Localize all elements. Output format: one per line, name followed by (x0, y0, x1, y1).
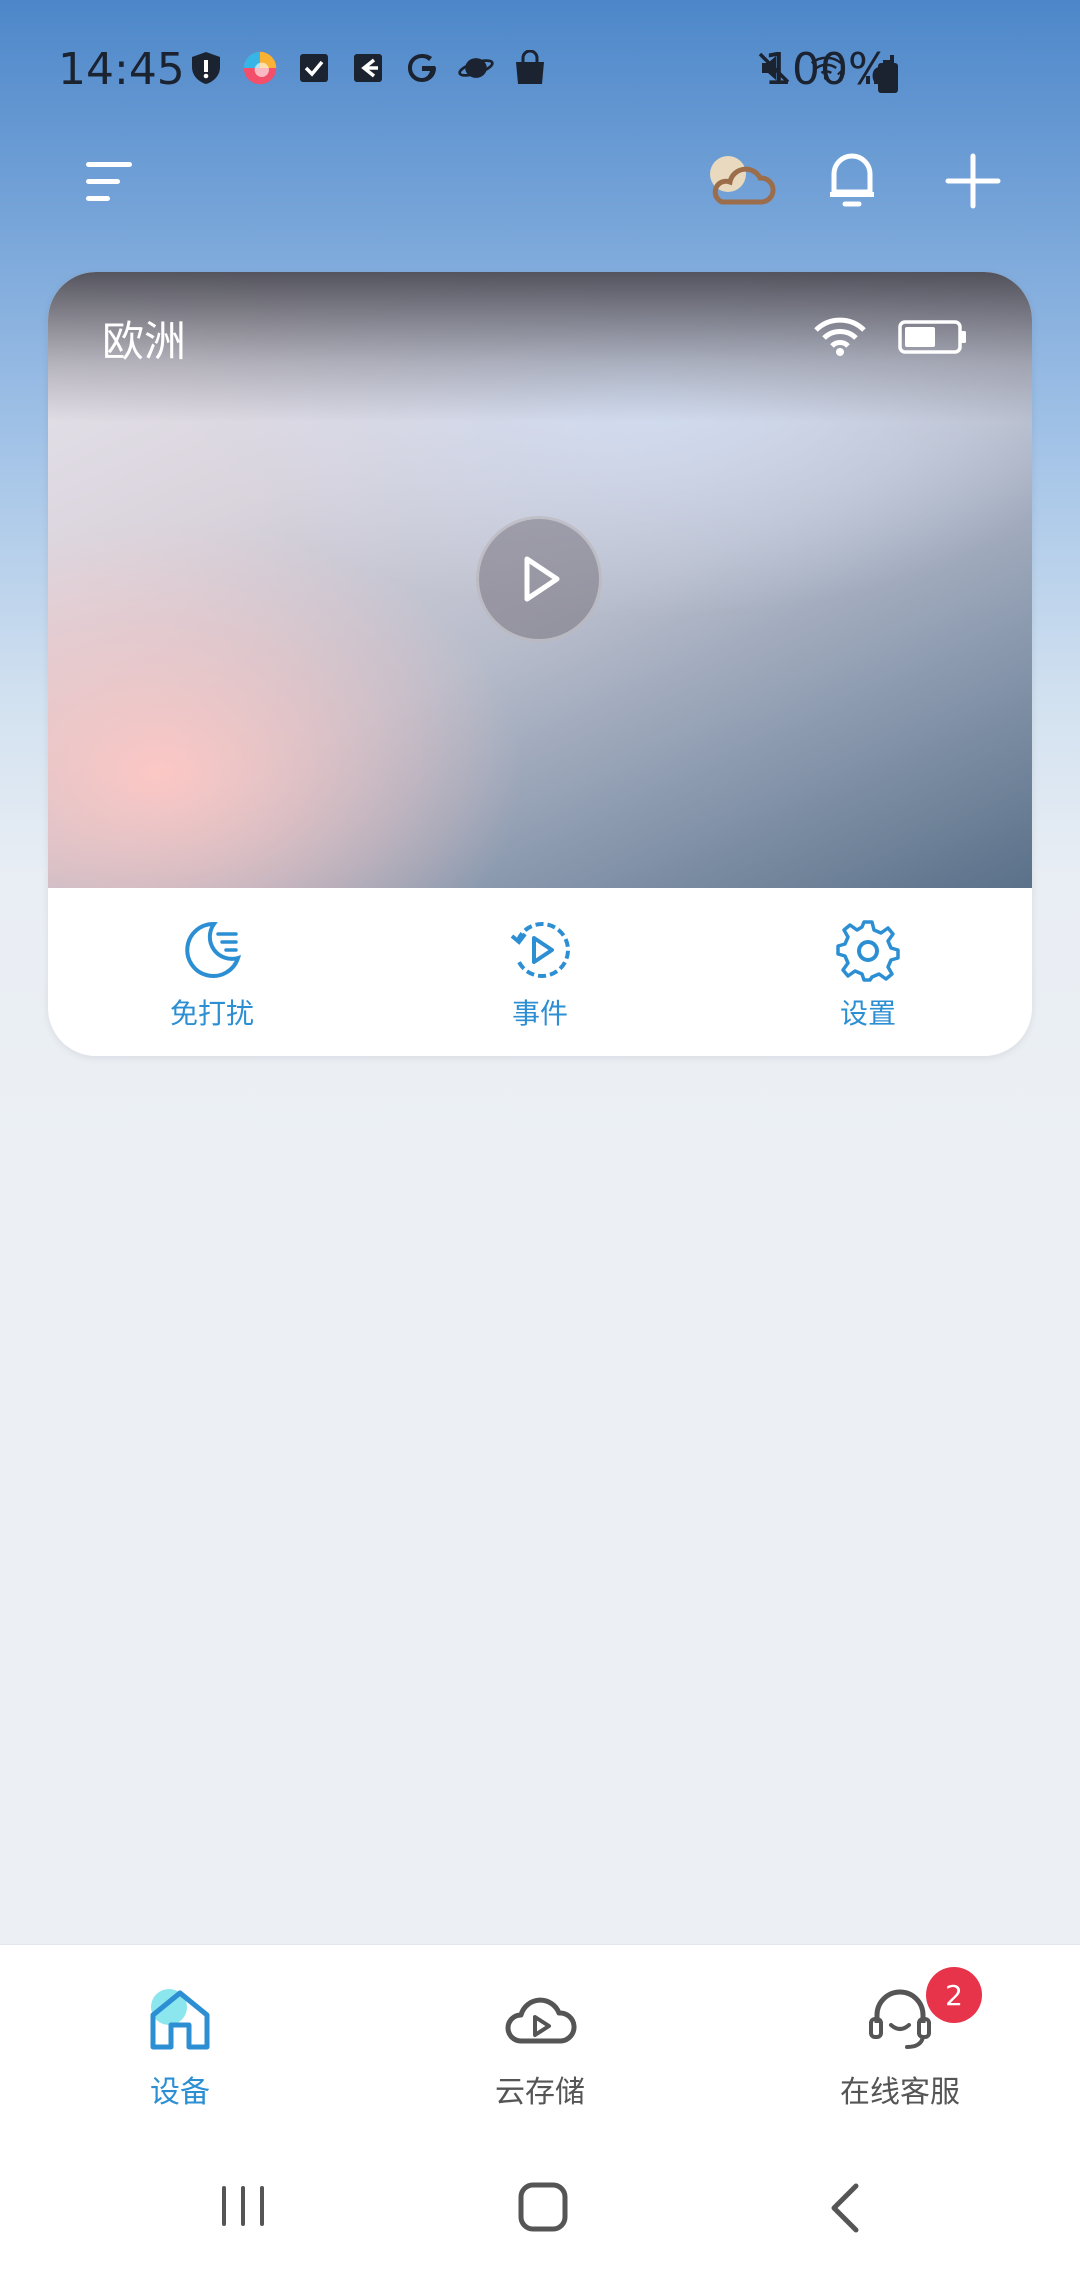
action-label: 设置 (839, 997, 896, 1030)
recent-apps-button[interactable] (220, 2184, 266, 2228)
signin-icon (350, 50, 386, 86)
cloud-play-icon (505, 1997, 577, 2044)
home-button[interactable] (518, 2182, 568, 2232)
plus-icon (945, 153, 1001, 209)
back-icon (831, 2183, 859, 2233)
status-time: 14:45 (58, 44, 185, 95)
play-icon (524, 556, 560, 602)
nav-label: 在线客服 (840, 2075, 960, 2110)
shield-icon (188, 50, 224, 86)
unread-badge: 2 (926, 1967, 982, 2023)
notifications-button[interactable] (822, 150, 882, 214)
browser-icon (242, 50, 278, 86)
battery-status-icon (876, 54, 900, 93)
status-bar: 14:45 100% (0, 0, 1080, 140)
home-square-icon (518, 2182, 568, 2232)
recent-apps-icon (222, 2186, 264, 2226)
weather-icon (710, 156, 776, 205)
planet-icon (458, 50, 494, 86)
menu-button[interactable] (80, 156, 138, 208)
device-actions: 免打扰 事件 设置 (48, 888, 1032, 1056)
device-card[interactable]: 欧洲 免打扰 事件 设置 (48, 272, 1032, 1056)
nav-customer-service[interactable]: 在线客服 2 (720, 1945, 1080, 2134)
action-label: 免打扰 (169, 997, 254, 1030)
moon-icon (185, 921, 242, 978)
action-label: 事件 (511, 997, 568, 1030)
check-icon (296, 50, 332, 86)
menu-icon (86, 162, 132, 201)
device-name: 欧洲 (102, 317, 187, 366)
nav-devices[interactable]: 设备 (0, 1945, 360, 2134)
wifi-icon (814, 316, 866, 356)
status-left-icons (188, 50, 548, 86)
home-icon (150, 1989, 210, 2050)
add-device-button[interactable] (944, 152, 1002, 210)
action-settings[interactable]: 设置 (704, 888, 1032, 1056)
system-nav-bar (0, 2134, 1080, 2280)
action-do-not-disturb[interactable]: 免打扰 (48, 888, 376, 1056)
back-button[interactable] (826, 2182, 862, 2234)
bag-icon (512, 50, 548, 86)
nav-label: 云存储 (495, 2075, 585, 2110)
bell-icon (830, 153, 874, 207)
weather-button[interactable] (700, 152, 778, 212)
event-playback-icon (510, 922, 570, 978)
google-icon (404, 50, 440, 86)
nav-cloud-storage[interactable]: 云存储 (360, 1945, 720, 2134)
battery-icon (898, 320, 968, 354)
nav-label: 设备 (150, 2075, 210, 2110)
action-events[interactable]: 事件 (376, 888, 704, 1056)
bottom-nav: 设备 云存储 在线客服 2 (0, 1944, 1080, 2134)
gear-icon (836, 920, 900, 982)
camera-preview[interactable]: 欧洲 (48, 272, 1032, 888)
preview-top-shade (48, 272, 1032, 422)
battery-percent: 100% (764, 44, 890, 95)
play-button[interactable] (476, 516, 602, 642)
